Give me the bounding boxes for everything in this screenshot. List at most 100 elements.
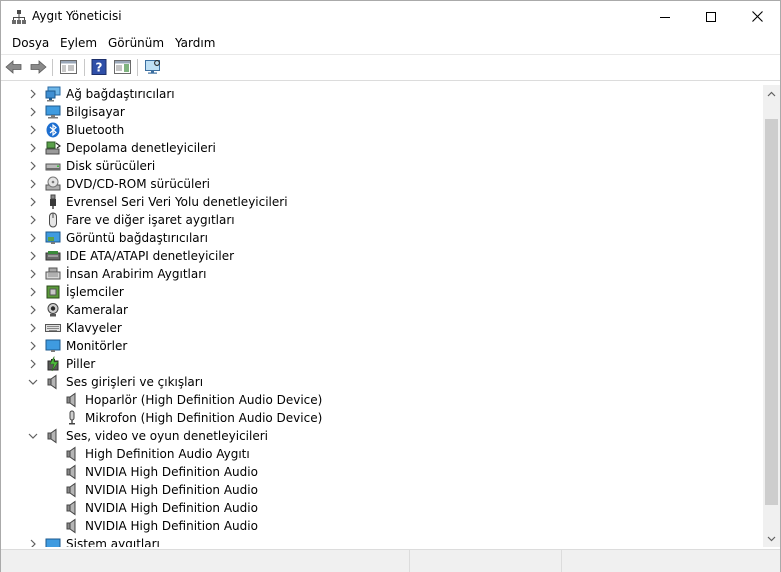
tree-item-audio-inputs-outputs[interactable]: Ses girişleri ve çıkışları [2,373,763,391]
chevron-right-icon[interactable] [28,322,38,334]
chevron-right-icon[interactable] [28,250,38,262]
maximize-button[interactable] [688,1,734,32]
tree-item-dvd-cd-rom-drives[interactable]: DVD/CD-ROM sürücüleri [2,175,763,193]
tree-item-label: Hoparlör (High Definition Audio Device) [85,393,323,407]
chevron-right-icon[interactable] [28,88,38,100]
close-button[interactable] [734,1,780,32]
tree-item-computer[interactable]: Bilgisayar [2,103,763,121]
speaker-icon [66,500,76,516]
properties-help-button[interactable]: ? [89,58,109,76]
network-adapter-icon [45,86,61,102]
tree-item-cameras[interactable]: Kameralar [2,301,763,319]
title-bar[interactable]: Aygıt Yöneticisi [1,1,780,32]
tree-item-label: Klavyeler [66,321,122,335]
tree-item-label: NVIDIA High Definition Audio [85,519,258,533]
back-arrow-icon [5,60,22,74]
tree-item-nvidia-hd-audio[interactable]: NVIDIA High Definition Audio [2,499,763,517]
chevron-right-icon[interactable] [28,286,38,298]
tree-item-monitors[interactable]: Monitörler [2,337,763,355]
tree-item-batteries[interactable]: Piller [2,355,763,373]
chevron-down-icon[interactable] [28,376,38,388]
chevron-right-icon[interactable] [28,304,38,316]
menu-help[interactable]: Yardım [175,36,215,50]
tree-item-ide-ata-atapi-controllers[interactable]: IDE ATA/ATAPI denetleyiciler [2,247,763,265]
tree-item-system-devices[interactable]: Sistem aygıtları [2,535,763,547]
dvd-icon [45,176,61,191]
forward-button[interactable] [28,58,48,76]
minimize-icon [660,16,670,18]
chevron-right-icon[interactable] [28,196,38,208]
processor-icon [46,285,60,299]
microphone-icon [69,410,75,425]
back-button[interactable] [4,58,24,76]
tree-item-network-adapters[interactable]: Ağ bağdaştırıcıları [2,85,763,103]
chevron-down-icon[interactable] [28,430,38,442]
speaker-icon [66,518,76,534]
tree-item-label: Mikrofon (High Definition Audio Device) [85,411,323,425]
tree-item-label: Kameralar [66,303,128,317]
tree-item-label: Sistem aygıtları [66,537,160,547]
scrollbar-thumb[interactable] [765,119,778,505]
scroll-up-button[interactable] [763,85,780,102]
menu-view[interactable]: Görünüm [108,36,164,50]
chevron-right-icon[interactable] [28,178,38,190]
tree-item-disk-drives[interactable]: Disk sürücüleri [2,157,763,175]
storage-controller-icon [45,141,61,155]
toolbar-separator [52,59,53,76]
tree-item-usb-controllers[interactable]: Evrensel Seri Veri Yolu denetleyicileri [2,193,763,211]
tree-item-microphone-device[interactable]: Mikrofon (High Definition Audio Device) [2,409,763,427]
menu-file[interactable]: Dosya [12,36,49,50]
tree-item-label: Depolama denetleyicileri [66,141,216,155]
scan-hardware-button[interactable] [143,58,163,76]
chevron-right-icon[interactable] [28,340,38,352]
chevron-right-icon[interactable] [28,142,38,154]
help-icon: ? [91,59,107,75]
battery-icon [47,356,59,372]
status-bar-section [561,550,562,572]
status-bar [1,549,780,572]
tree-item-nvidia-hd-audio[interactable]: NVIDIA High Definition Audio [2,517,763,535]
action-pane-button[interactable] [112,58,132,76]
tree-item-bluetooth[interactable]: Bluetooth [2,121,763,139]
tree-item-storage-controllers[interactable]: Depolama denetleyicileri [2,139,763,157]
tree-item-sound-video-game-controllers[interactable]: Ses, video ve oyun denetleyicileri [2,427,763,445]
show-hide-console-tree-button[interactable] [58,58,78,76]
tree-item-processors[interactable]: İşlemciler [2,283,763,301]
tree-item-human-interface-devices[interactable]: İnsan Arabirim Aygıtları [2,265,763,283]
chevron-right-icon[interactable] [28,214,38,226]
console-tree-icon [59,60,77,74]
tree-item-label: Piller [66,357,96,371]
menu-action[interactable]: Eylem [60,36,97,50]
hid-icon [45,267,61,280]
tree-item-nvidia-hd-audio[interactable]: NVIDIA High Definition Audio [2,463,763,481]
chevron-right-icon[interactable] [28,160,38,172]
speaker-icon [47,374,57,390]
tree-item-hd-audio-device[interactable]: High Definition Audio Aygıtı [2,445,763,463]
camera-icon [47,303,59,317]
tree-item-label: NVIDIA High Definition Audio [85,465,258,479]
usb-icon [50,194,56,209]
tree-item-display-adapters[interactable]: Görüntü bağdaştırıcıları [2,229,763,247]
chevron-right-icon[interactable] [28,268,38,280]
tree-item-label: Monitörler [66,339,128,353]
tree-item-speaker-device[interactable]: Hoparlör (High Definition Audio Device) [2,391,763,409]
minimize-button[interactable] [642,1,688,32]
monitor-icon [45,339,61,352]
speaker-icon [47,428,57,444]
disk-drive-icon [45,163,61,171]
scroll-down-button[interactable] [763,530,780,547]
forward-arrow-icon [30,60,47,74]
tree-item-keyboards[interactable]: Klavyeler [2,319,763,337]
chevron-right-icon[interactable] [28,106,38,118]
chevron-right-icon[interactable] [28,538,38,547]
scroll-up-arrow-icon [767,91,776,96]
tree-item-mice[interactable]: Fare ve diğer işaret aygıtları [2,211,763,229]
tree-item-nvidia-hd-audio[interactable]: NVIDIA High Definition Audio [2,481,763,499]
tree-item-label: İşlemciler [66,285,124,299]
chevron-right-icon[interactable] [28,124,38,136]
device-tree[interactable]: Ağ bağdaştırıcıları Bilgisayar Bluetooth… [2,85,763,547]
chevron-right-icon[interactable] [28,358,38,370]
chevron-right-icon[interactable] [28,232,38,244]
svg-text:?: ? [96,61,103,75]
vertical-scrollbar[interactable] [763,85,780,547]
